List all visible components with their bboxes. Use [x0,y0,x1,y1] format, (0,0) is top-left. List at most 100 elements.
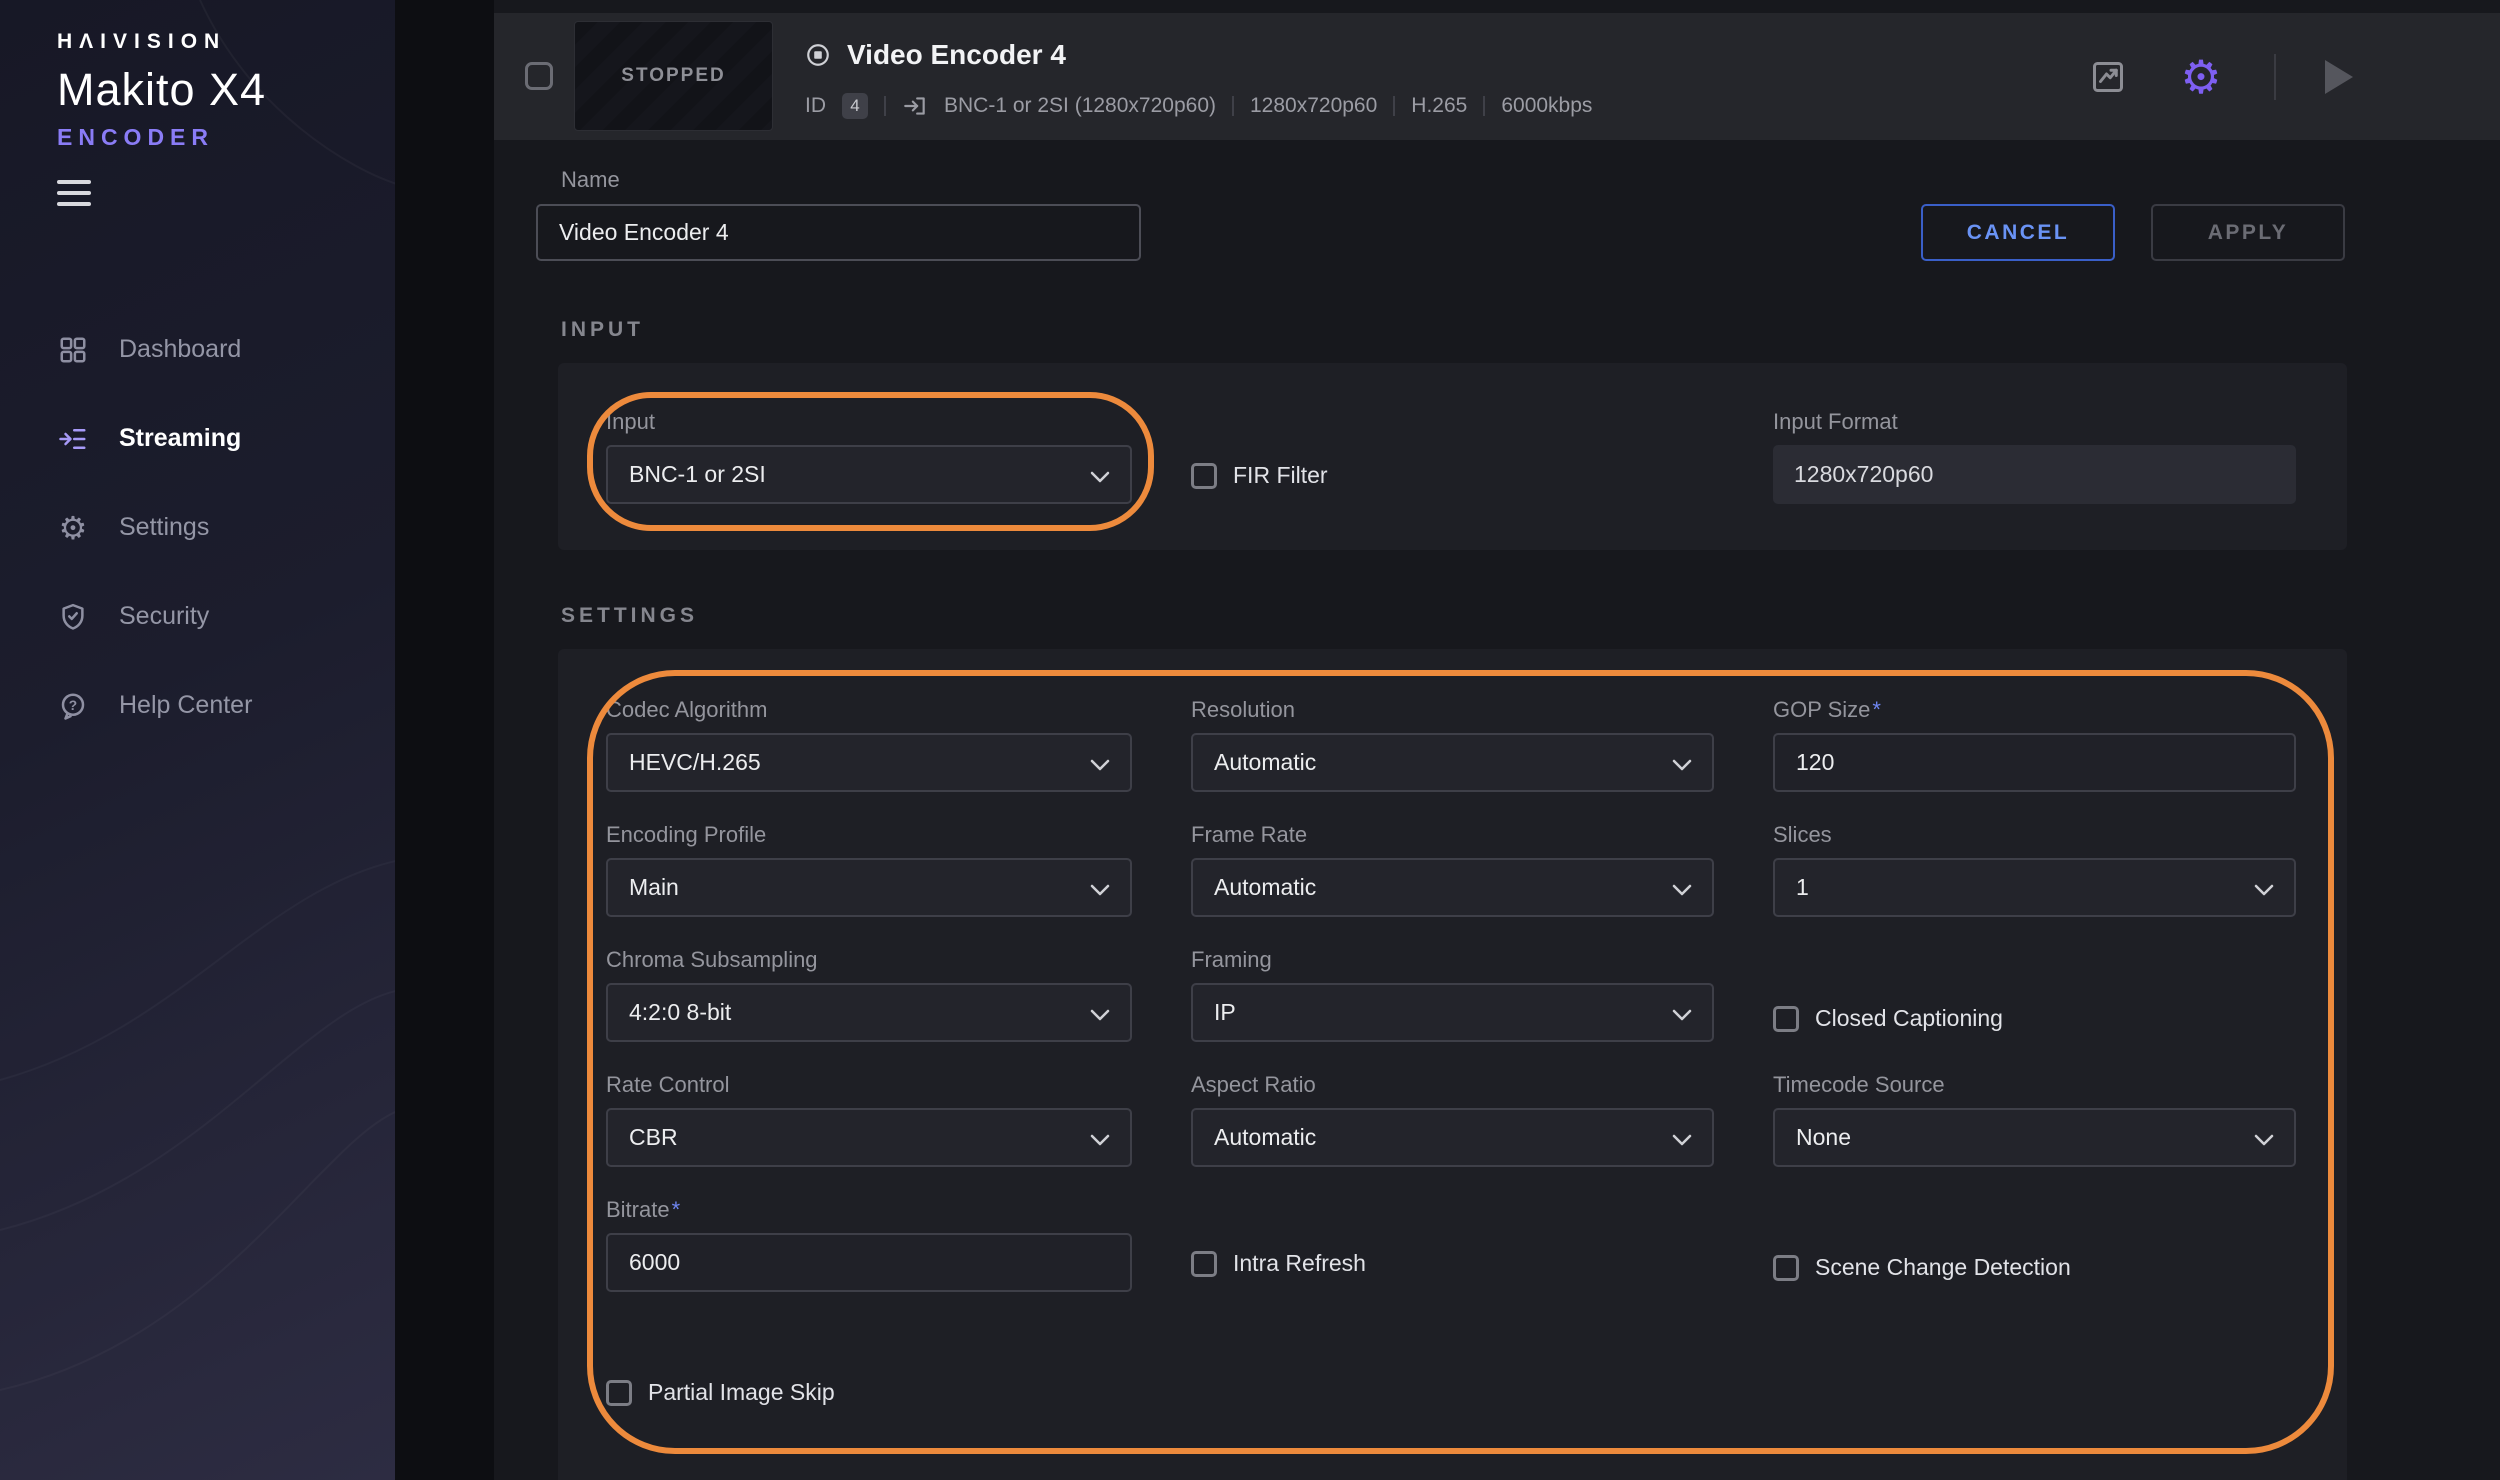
sidebar-item-label: Settings [119,513,209,542]
input-source-icon [902,93,928,119]
closed-captioning-checkbox-row[interactable]: Closed Captioning [1773,1005,2003,1032]
preview-thumbnail[interactable]: STOPPED [574,21,773,131]
chroma-subsampling-select[interactable]: 4:2:0 8-bit [606,983,1132,1042]
partial-image-skip-checkbox-row[interactable]: Partial Image Skip [606,1379,835,1406]
bitrate-field: Bitrate* [606,1197,1132,1292]
framing-field: Framing IP [1191,947,1714,1042]
intra-refresh-checkbox-row[interactable]: Intra Refresh [1191,1250,1366,1277]
bitrate-input[interactable] [606,1233,1132,1292]
sidebar-item-help-center[interactable]: ? Help Center [0,661,395,750]
partial-image-skip-checkbox[interactable] [606,1380,632,1406]
statistics-button[interactable] [2088,57,2128,97]
chevron-down-icon [2254,884,2274,896]
codec-algorithm-field: Codec Algorithm HEVC/H.265 [606,697,1132,792]
intra-refresh-checkbox[interactable] [1191,1251,1217,1277]
slices-field: Slices 1 [1773,822,2296,917]
codec-algorithm-value: HEVC/H.265 [629,749,761,776]
streaming-icon [57,423,89,455]
encoder-meta: ID 4 BNC-1 or 2SI (1280x720p60) 1280x720… [805,93,1592,119]
sidebar-item-streaming[interactable]: Streaming [0,394,395,483]
product-type: ENCODER [57,124,266,151]
thumbnail-status-label: STOPPED [621,65,725,87]
aspect-ratio-select[interactable]: Automatic [1191,1108,1714,1167]
frame-rate-value: Automatic [1214,874,1316,901]
input-format-label: Input Format [1773,409,2296,435]
chevron-down-icon [1090,471,1110,483]
chevron-down-icon [1090,1009,1110,1021]
rate-control-value: CBR [629,1124,678,1151]
name-input[interactable] [536,204,1141,261]
chevron-down-icon [1090,884,1110,896]
gop-size-input[interactable] [1773,733,2296,792]
codec-algorithm-select[interactable]: HEVC/H.265 [606,733,1132,792]
timecode-source-select[interactable]: None [1773,1108,2296,1167]
chart-icon [2090,59,2126,95]
svg-text:?: ? [69,697,77,712]
chevron-down-icon [1672,1009,1692,1021]
required-mark: * [672,1197,681,1222]
resolution-value: Automatic [1214,749,1316,776]
sidebar-item-dashboard[interactable]: Dashboard [0,305,395,394]
sidebar-item-label: Streaming [119,424,241,453]
cancel-button[interactable]: CANCEL [1921,204,2115,261]
rate-control-select[interactable]: CBR [606,1108,1132,1167]
input-select-value: BNC-1 or 2SI [629,461,766,488]
chevron-down-icon [1672,1134,1692,1146]
resolution-select[interactable]: Automatic [1191,733,1714,792]
page-title: Video Encoder 4 [847,39,1066,71]
help-bubble-icon: ? [57,690,89,722]
chevron-down-icon [1090,1134,1110,1146]
closed-captioning-checkbox[interactable] [1773,1006,1799,1032]
resolution-text: 1280x720p60 [1250,94,1377,118]
sidebar-item-label: Security [119,602,209,631]
timecode-source-label: Timecode Source [1773,1072,2296,1098]
framing-select[interactable]: IP [1191,983,1714,1042]
brand-block: HΛIVISION Makito X4 ENCODER [57,30,266,151]
required-mark: * [1872,697,1881,722]
haivision-logo: HΛIVISION [57,30,266,54]
chroma-subsampling-field: Chroma Subsampling 4:2:0 8-bit [606,947,1132,1042]
timecode-source-field: Timecode Source None [1773,1072,2296,1167]
chevron-down-icon [1672,884,1692,896]
select-encoder-checkbox[interactable] [525,62,553,90]
dashboard-icon [57,334,89,366]
aspect-ratio-field: Aspect Ratio Automatic [1191,1072,1714,1167]
frame-rate-label: Frame Rate [1191,822,1714,848]
frame-rate-select[interactable]: Automatic [1191,858,1714,917]
codec-text: H.265 [1411,94,1467,118]
sidebar-item-security[interactable]: Security [0,572,395,661]
encoder-header: STOPPED Video Encoder 4 ID 4 [494,13,2500,140]
framing-value: IP [1214,999,1236,1026]
frame-rate-field: Frame Rate Automatic [1191,822,1714,917]
input-source-text: BNC-1 or 2SI (1280x720p60) [944,94,1216,118]
chevron-down-icon [1672,759,1692,771]
partial-image-skip-label: Partial Image Skip [648,1379,835,1406]
menu-toggle-icon[interactable] [57,180,93,213]
shield-icon [57,601,89,633]
apply-button[interactable]: APPLY [2151,204,2345,261]
fir-filter-label: FIR Filter [1233,462,1328,489]
header-actions: ⚙ [2088,13,2356,140]
settings-section-title: SETTINGS [561,604,698,628]
rate-control-label: Rate Control [606,1072,1132,1098]
slices-select[interactable]: 1 [1773,858,2296,917]
bitrate-label: Bitrate* [606,1197,1132,1223]
scene-change-detection-checkbox[interactable] [1773,1255,1799,1281]
fir-filter-checkbox-row[interactable]: FIR Filter [1191,462,1328,489]
input-select[interactable]: BNC-1 or 2SI [606,445,1132,504]
chevron-down-icon [1090,759,1110,771]
settings-card: Codec Algorithm HEVC/H.265 Encoding Prof… [558,649,2347,1480]
encoding-profile-select[interactable]: Main [606,858,1132,917]
divider [884,96,886,116]
closed-captioning-label: Closed Captioning [1815,1005,2003,1032]
play-icon [2325,60,2353,94]
id-label: ID [805,94,826,118]
resolution-field: Resolution Automatic [1191,697,1714,792]
chroma-subsampling-value: 4:2:0 8-bit [629,999,731,1026]
gear-icon: ⚙ [2180,54,2221,100]
start-encoder-button[interactable] [2322,57,2356,97]
scene-change-detection-checkbox-row[interactable]: Scene Change Detection [1773,1254,2071,1281]
fir-filter-checkbox[interactable] [1191,463,1217,489]
encoder-settings-button[interactable]: ⚙ [2176,52,2226,102]
sidebar-item-settings[interactable]: ⚙ Settings [0,483,395,572]
